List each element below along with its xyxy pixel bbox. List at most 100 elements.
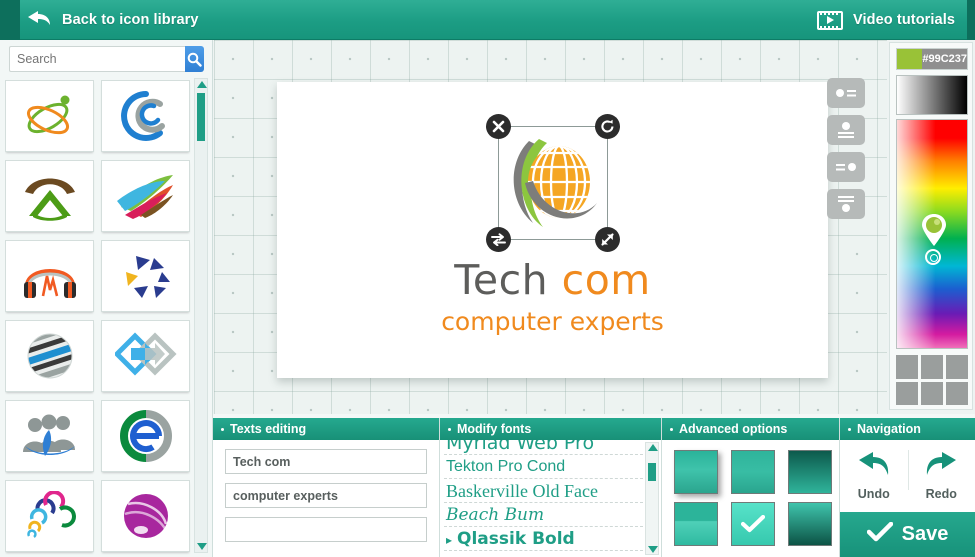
layout-tool-column (827, 78, 865, 226)
font-item-tekton-pro-cond[interactable]: Tekton Pro Cond (444, 455, 643, 479)
grayscale-gradient-bar[interactable] (896, 75, 968, 115)
back-to-icon-library-button[interactable]: Back to icon library (22, 0, 211, 40)
texts-editing-body (213, 440, 439, 551)
advanced-options-panel: Advanced options (662, 418, 840, 557)
close-x-icon (492, 120, 505, 133)
logo-title-part2: com (561, 256, 651, 304)
icon-selection-box[interactable] (486, 114, 620, 252)
swirl-petals-logo-icon (26, 491, 76, 539)
search-input[interactable] (9, 46, 185, 72)
style-light-gloss-swatch-selected[interactable] (731, 502, 775, 546)
video-tutorials-button[interactable]: Video tutorials (817, 0, 955, 40)
color-hex-value: #99C237 (922, 49, 967, 69)
text-above-icon-bottom-icon (838, 196, 854, 212)
font-list: Myriad Web Pro Tekton Pro Cond Baskervil… (444, 440, 643, 551)
color-spectrum[interactable] (896, 119, 968, 349)
advanced-options-body (662, 440, 839, 546)
scroll-up-arrow-icon[interactable] (197, 81, 207, 88)
undo-button[interactable]: Undo (840, 440, 908, 512)
logo-editor-app: Back to icon library Video tutorials Sea… (0, 0, 975, 557)
icon-grid-scroll-area[interactable] (5, 78, 195, 557)
color-picker-panel: #99C237 (889, 42, 973, 410)
preset-swatch[interactable] (921, 381, 943, 405)
font-scroll-thumb[interactable] (648, 463, 656, 481)
delete-handle[interactable] (486, 114, 511, 139)
preset-swatch[interactable] (946, 381, 968, 405)
style-shadow-swatch[interactable] (674, 450, 718, 494)
icon-left-text-right-icon (836, 89, 856, 97)
font-item-beach-bum[interactable]: Beach Bum (444, 503, 643, 527)
bullet-dot-icon (848, 427, 851, 431)
advanced-options-header: Advanced options (662, 418, 839, 440)
purple-sphere-logo-icon (123, 494, 168, 538)
headphones-wave-logo-icon (23, 269, 76, 298)
icon-cell-letter-e-circle[interactable] (101, 400, 190, 472)
style-flat-swatch[interactable] (731, 450, 775, 494)
horizontal-swap-icon (491, 233, 506, 246)
icon-cell-headphones-wave[interactable] (5, 240, 94, 312)
icon-cell-triangle-star[interactable] (101, 240, 190, 312)
style-dark-to-light-swatch[interactable] (788, 450, 832, 494)
style-light-to-dark-swatch[interactable] (788, 502, 832, 546)
icon-cell-mountain-arrow[interactable] (5, 160, 94, 232)
modify-fonts-title: Modify fonts (457, 422, 532, 436)
texts-editing-title: Texts editing (230, 422, 307, 436)
icon-grid (5, 78, 195, 552)
flip-handle[interactable] (486, 227, 511, 252)
icon-cell-atom-orbit[interactable] (5, 80, 94, 152)
preset-swatch[interactable] (896, 381, 918, 405)
font-list-scroll-area[interactable]: Myriad Web Pro Tekton Pro Cond Baskervil… (440, 440, 661, 557)
layout-icon-left-button[interactable] (827, 78, 865, 108)
icon-cell-swirl-petals[interactable] (5, 480, 94, 552)
film-strip-play-icon (817, 10, 844, 30)
layout-icon-top-button[interactable] (827, 115, 865, 145)
rotate-handle[interactable] (595, 114, 620, 139)
preset-swatch[interactable] (896, 355, 918, 379)
layout-icon-right-button[interactable] (827, 152, 865, 182)
scroll-down-arrow-icon[interactable] (197, 543, 207, 550)
colored-wings-logo-icon (116, 175, 173, 219)
back-label: Back to icon library (62, 12, 199, 28)
icon-cell-purple-sphere[interactable] (101, 480, 190, 552)
icon-cell-colored-wings[interactable] (101, 160, 190, 232)
icon-cell-people-group[interactable] (5, 400, 94, 472)
resize-handle[interactable] (595, 227, 620, 252)
current-color-swatch (897, 49, 923, 69)
redo-button[interactable]: Redo (908, 440, 975, 512)
font-item-qlassik-bold[interactable]: Qlassik Bold (444, 527, 643, 551)
color-hex-row[interactable]: #99C237 (896, 48, 968, 70)
preset-swatch[interactable] (946, 355, 968, 379)
icon-library-sidebar (0, 40, 213, 557)
bullet-dot-icon (221, 427, 224, 431)
navigation-body: Undo Redo (840, 440, 975, 512)
icon-cell-circular-arrow-c[interactable] (101, 80, 190, 152)
preset-swatch[interactable] (921, 355, 943, 379)
logo-subtitle[interactable]: computer experts (277, 307, 828, 336)
logo-title-input[interactable] (225, 449, 427, 474)
design-canvas-area[interactable]: Tech com computer experts (214, 40, 887, 417)
logo-title[interactable]: Tech com (277, 256, 828, 304)
font-scroll-up-arrow-icon[interactable] (648, 444, 658, 451)
nav-divider (907, 450, 909, 490)
sidebar-scrollbar[interactable] (194, 78, 208, 553)
font-list-scrollbar[interactable] (645, 442, 659, 555)
icon-cell-striped-globe[interactable] (5, 320, 94, 392)
layout-icon-bottom-button[interactable] (827, 189, 865, 219)
color-pin-marker-icon (922, 214, 946, 246)
logo-tagline-input[interactable] (225, 517, 427, 542)
undo-arrow-icon (857, 451, 891, 485)
save-button[interactable]: Save (840, 512, 975, 557)
mountain-arrow-logo-icon (24, 178, 75, 221)
sidebar-scroll-thumb[interactable] (197, 93, 205, 141)
font-item-baskerville-old-face[interactable]: Baskerville Old Face (444, 479, 643, 503)
logo-subtitle-input[interactable] (225, 483, 427, 508)
bullet-dot-icon (448, 427, 451, 431)
search-button[interactable] (185, 46, 204, 72)
font-scroll-down-arrow-icon[interactable] (648, 546, 658, 553)
redo-arrow-icon (924, 451, 958, 485)
icon-cell-diamond-arrows[interactable] (101, 320, 190, 392)
checkmark-icon (732, 503, 774, 545)
font-item-myriad-web-pro[interactable]: Myriad Web Pro (444, 440, 643, 455)
logo-paper[interactable]: Tech com computer experts (277, 82, 828, 378)
style-split-gloss-swatch[interactable] (674, 502, 718, 546)
